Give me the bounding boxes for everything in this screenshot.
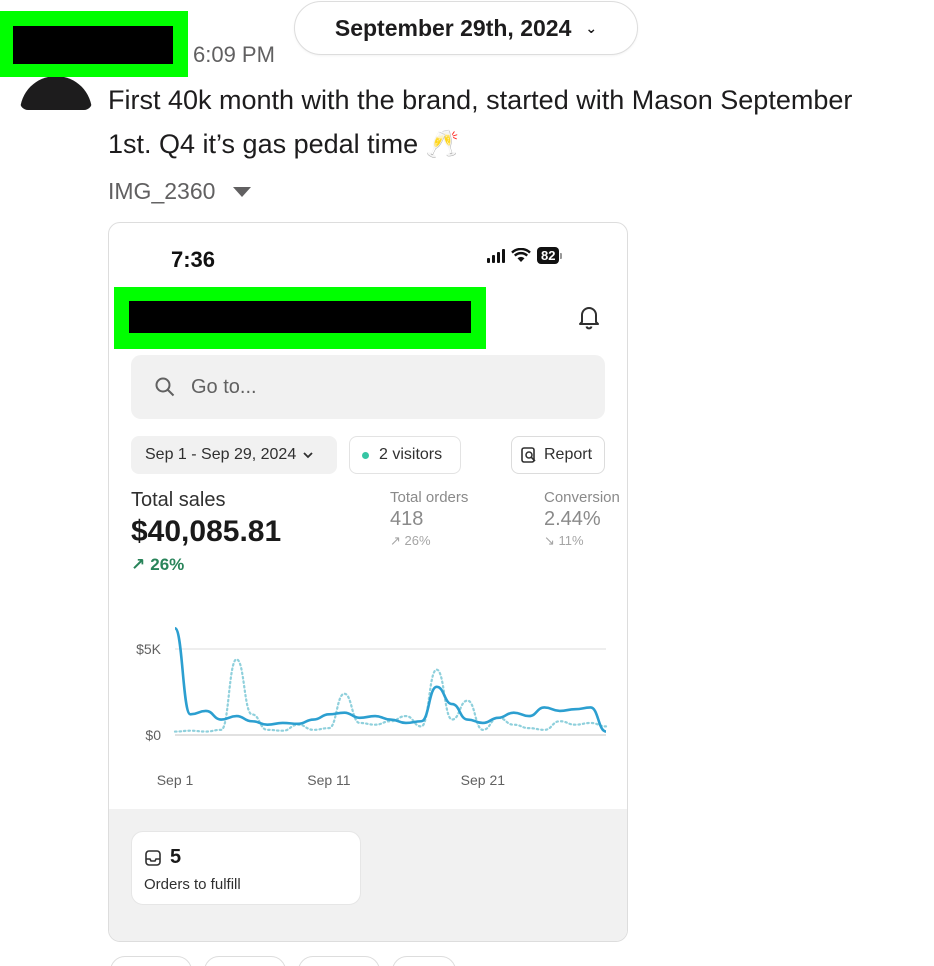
arrow-down-right-icon: ↘	[544, 533, 555, 548]
total-orders-value: 418	[390, 508, 424, 530]
search-placeholder: Go to...	[191, 375, 257, 398]
x-tick-label: Sep 21	[461, 772, 506, 788]
sales-line-chart: $0 $5K Sep 1 Sep 11 Sep 21	[136, 627, 608, 788]
search-bar[interactable]: Go to...	[131, 355, 605, 419]
x-tick-label: Sep 1	[157, 772, 194, 788]
reaction-pill[interactable]	[204, 956, 286, 966]
arrow-up-right-icon: ↗	[390, 533, 401, 548]
conversion-metric[interactable]: Conversion 2.44% ↘ 11%	[544, 489, 620, 549]
bottom-panel: 5 Orders to fulfill	[109, 809, 627, 941]
conversion-change: ↘ 11%	[544, 533, 620, 549]
reaction-pill[interactable]	[298, 956, 380, 966]
status-bar-time: 7:36	[171, 247, 216, 272]
visitors-label: 2 visitors	[379, 446, 443, 463]
signal-icon	[487, 248, 505, 263]
redaction-bar	[129, 301, 471, 333]
conversion-label: Conversion	[544, 489, 620, 506]
attachment-toggle[interactable]: IMG_2360	[108, 178, 252, 205]
reaction-pill[interactable]	[110, 956, 192, 966]
date-divider-label: September 29th, 2024	[334, 14, 572, 41]
report-label: Report	[544, 446, 593, 463]
report-button[interactable]: Report	[511, 436, 605, 474]
total-orders-label: Total orders	[390, 489, 469, 506]
avatar-body-shape	[20, 76, 92, 110]
y-tick-label: $5K	[136, 641, 162, 657]
total-orders-change-value: 26%	[404, 533, 431, 548]
x-tick-label: Sep 11	[307, 772, 351, 788]
conversion-value: 2.44%	[544, 508, 601, 530]
sender-name-redacted	[0, 11, 188, 77]
arrow-up-right-icon: ↗	[131, 555, 146, 574]
series-line-current-period	[173, 627, 607, 733]
chevron-down-icon	[303, 452, 313, 459]
y-tick-label: $0	[145, 727, 161, 743]
total-sales-change: ↗ 26%	[131, 555, 184, 575]
date-range-label: Sep 1 - Sep 29, 2024	[145, 446, 297, 463]
conversion-change-value: 11%	[558, 533, 584, 548]
filter-row: Sep 1 - Sep 29, 2024 2 visitors Report	[131, 436, 605, 474]
total-sales-value: $40,085.81	[131, 515, 282, 548]
orders-to-fulfill-label: Orders to fulfill	[144, 876, 241, 893]
date-range-picker[interactable]: Sep 1 - Sep 29, 2024	[131, 436, 337, 474]
message-text: First 40k month with the brand, started …	[108, 85, 853, 159]
live-visitors-badge[interactable]: 2 visitors	[349, 436, 461, 474]
message-time[interactable]: 6:09 PM	[193, 42, 275, 68]
search-icon	[155, 377, 175, 397]
date-divider-button[interactable]: September 29th, 2024 ⌄	[294, 1, 638, 55]
report-icon	[521, 447, 536, 463]
total-sales-label[interactable]: Total sales	[131, 489, 226, 512]
chevron-down-icon: ⌄	[585, 19, 598, 36]
battery-level: 82	[537, 247, 560, 264]
attachment-name: IMG_2360	[108, 178, 216, 204]
total-orders-metric[interactable]: Total orders 418 ↗ 26%	[390, 489, 468, 549]
live-dot-icon	[362, 451, 369, 459]
wifi-icon	[511, 248, 531, 262]
reaction-pill[interactable]	[392, 956, 456, 966]
total-sales-change-value: 26%	[150, 555, 185, 574]
bell-icon[interactable]	[575, 303, 603, 331]
image-attachment[interactable]: 7:36 82 Go to... Sep 1 - Sep 29, 2024 2 …	[108, 222, 628, 942]
orders-to-fulfill-count: 5	[170, 846, 182, 868]
redaction-bar	[13, 26, 173, 64]
inbox-icon	[145, 849, 161, 866]
store-name-redacted	[114, 287, 486, 349]
caret-down-icon	[233, 186, 252, 197]
battery-icon: 82	[537, 247, 563, 264]
orders-to-fulfill-card[interactable]: 5 Orders to fulfill	[131, 831, 361, 905]
status-bar-icons: 82	[487, 247, 563, 264]
total-orders-change: ↗ 26%	[390, 533, 468, 549]
